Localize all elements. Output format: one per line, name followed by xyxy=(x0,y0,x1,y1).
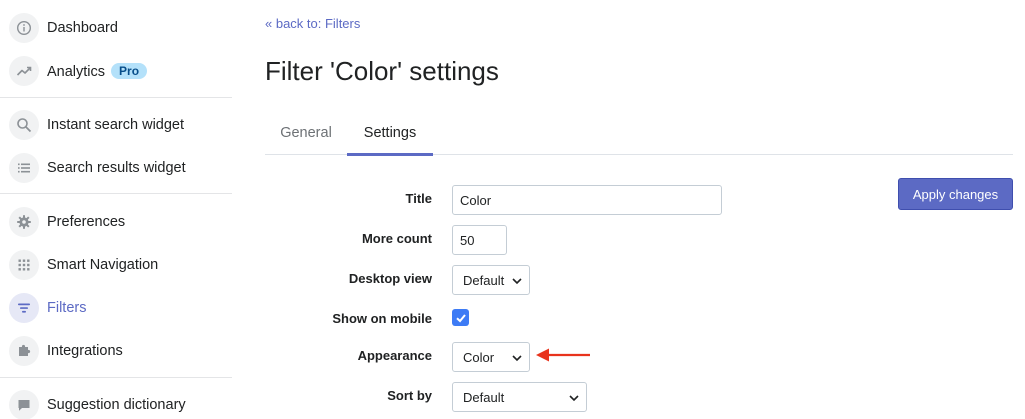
sidebar-item-dashboard[interactable]: Dashboard xyxy=(0,8,232,48)
more-count-input[interactable] xyxy=(452,225,507,255)
chevron-down-icon xyxy=(512,278,522,285)
sidebar-divider xyxy=(0,193,232,194)
puzzle-icon xyxy=(9,336,39,366)
show-on-mobile-checkbox[interactable] xyxy=(452,309,469,326)
sidebar-item-suggestion-dictionary[interactable]: Suggestion dictionary xyxy=(0,385,232,419)
sidebar-item-label: Filters xyxy=(47,300,87,316)
sort-by-label: Sort by xyxy=(387,388,432,403)
sidebar-item-label: Analytics xyxy=(47,63,106,80)
sidebar-item-analytics[interactable]: Analytics Pro xyxy=(0,51,232,91)
more-count-label: More count xyxy=(361,231,432,246)
appearance-value: Color xyxy=(463,349,495,365)
sidebar-item-label: Search results widget xyxy=(47,160,186,176)
sidebar-item-smart-navigation[interactable]: Smart Navigation xyxy=(0,245,232,285)
desktop-view-value: Default xyxy=(463,272,505,288)
pro-badge: Pro xyxy=(111,62,148,79)
desktop-view-select[interactable]: Default xyxy=(452,265,530,295)
sidebar-divider xyxy=(0,377,232,378)
appearance-select[interactable]: Color xyxy=(452,342,530,372)
trending-up-icon xyxy=(9,56,39,86)
sort-by-value: Default xyxy=(463,389,505,405)
chevron-down-icon xyxy=(569,395,579,402)
tab-bar: General Settings xyxy=(265,110,1013,156)
chevron-down-icon xyxy=(512,355,522,362)
sidebar-item-label: Dashboard xyxy=(47,20,118,36)
sidebar-item-preferences[interactable]: Preferences xyxy=(0,202,232,242)
annotation-arrow-icon xyxy=(536,348,590,362)
sidebar-item-filters[interactable]: Filters xyxy=(0,288,232,328)
sidebar-item-label: Suggestion dictionary xyxy=(47,397,186,413)
page-title: Filter 'Color' settings xyxy=(265,56,499,86)
checkmark-icon xyxy=(455,313,466,322)
sort-by-select[interactable]: Default xyxy=(452,382,587,412)
chat-icon xyxy=(9,390,39,419)
list-icon xyxy=(9,153,39,183)
tab-settings[interactable]: Settings xyxy=(347,110,433,156)
gear-icon xyxy=(9,207,39,237)
title-label: Title xyxy=(405,191,433,206)
tab-general[interactable]: General xyxy=(265,110,347,155)
info-icon xyxy=(9,13,39,43)
apply-changes-button[interactable]: Apply changes xyxy=(898,178,1013,210)
sidebar-item-integrations[interactable]: Integrations xyxy=(0,331,232,371)
sidebar-divider xyxy=(0,97,232,98)
sidebar: Dashboard Analytics Pro Instant search wi… xyxy=(0,0,232,419)
sidebar-item-label: Instant search widget xyxy=(47,117,185,133)
back-to-filters-link[interactable]: « back to: Filters xyxy=(265,16,360,31)
appearance-label: Appearance xyxy=(357,348,432,363)
desktop-view-label: Desktop view xyxy=(348,271,432,286)
search-icon xyxy=(9,110,39,140)
sidebar-item-label: Preferences xyxy=(47,214,126,230)
title-input[interactable] xyxy=(452,185,722,215)
sidebar-item-label: Smart Navigation xyxy=(47,257,159,273)
show-on-mobile-label: Show on mobile xyxy=(332,311,432,326)
grid-icon xyxy=(9,250,39,280)
filter-icon xyxy=(9,293,39,323)
sidebar-item-search-results-widget[interactable]: Search results widget xyxy=(0,148,232,188)
sidebar-item-instant-search-widget[interactable]: Instant search widget xyxy=(0,105,232,145)
sidebar-item-label: Integrations xyxy=(47,343,123,359)
